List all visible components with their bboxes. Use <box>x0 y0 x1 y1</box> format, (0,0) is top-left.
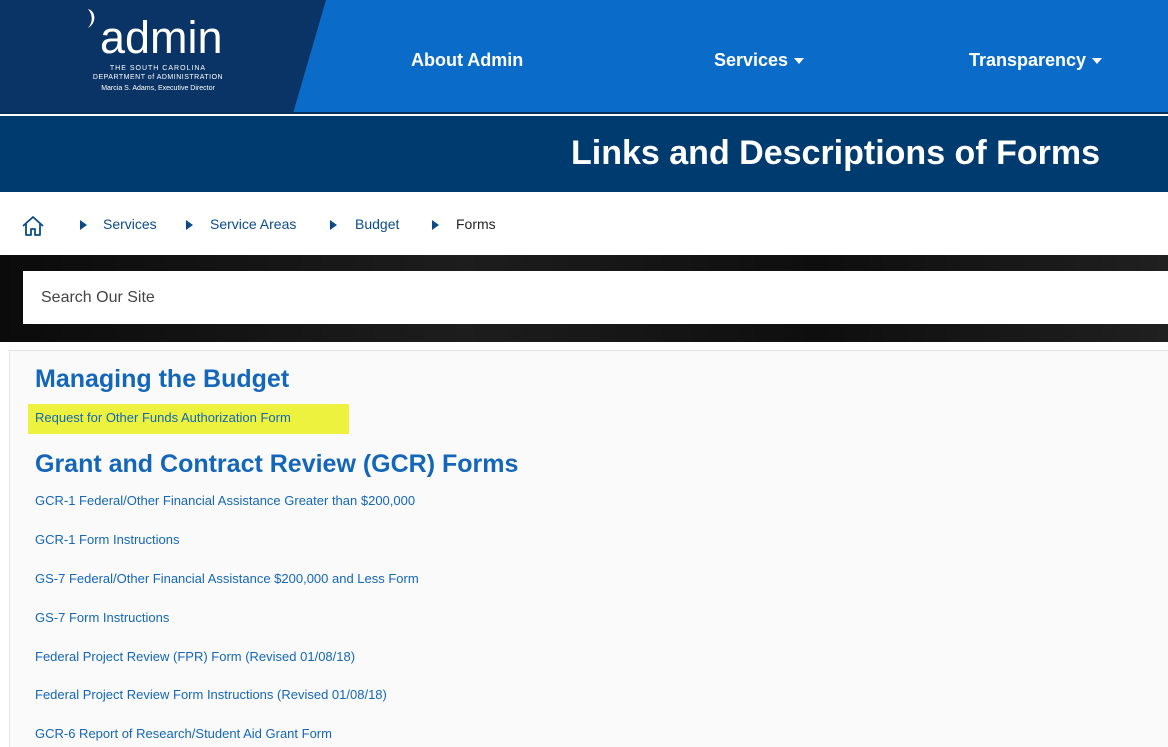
link-gcr-1-form[interactable]: GCR-1 Federal/Other Financial Assistance… <box>35 493 415 508</box>
logo-wordmark: admin <box>100 12 223 63</box>
link-gs-7-form[interactable]: GS-7 Federal/Other Financial Assistance … <box>35 571 419 586</box>
breadcrumb-arrow-icon <box>330 220 337 230</box>
nav-services[interactable]: Services <box>714 50 805 71</box>
caret-down-icon <box>1092 58 1103 65</box>
link-gcr-1-instructions[interactable]: GCR-1 Form Instructions <box>35 532 179 547</box>
link-gs-7-instructions[interactable]: GS-7 Form Instructions <box>35 610 169 625</box>
search-banner <box>0 255 1168 342</box>
home-icon[interactable] <box>21 215 45 237</box>
title-banner: Links and Descriptions of Forms <box>0 116 1168 192</box>
nav-transparency-label: Transparency <box>969 50 1087 70</box>
page-title: Links and Descriptions of Forms <box>571 134 1100 172</box>
link-gcr-6-form[interactable]: GCR-6 Report of Research/Student Aid Gra… <box>35 726 332 741</box>
breadcrumb-service-areas[interactable]: Service Areas <box>210 216 296 232</box>
top-navigation: admin THE SOUTH CAROLINA DEPARTMENT of A… <box>0 0 1168 114</box>
nav-about-admin[interactable]: About Admin <box>411 50 523 71</box>
forms-content: Managing the Budget Request for Other Fu… <box>9 350 1168 747</box>
breadcrumb-services[interactable]: Services <box>103 216 157 232</box>
caret-down-icon <box>794 58 805 65</box>
section-title-gcr-forms: Grant and Contract Review (GCR) Forms <box>35 450 519 478</box>
logo-line-2: DEPARTMENT of ADMINISTRATION <box>92 74 224 81</box>
link-request-other-funds[interactable]: Request for Other Funds Authorization Fo… <box>35 410 291 425</box>
breadcrumb-arrow-icon <box>80 220 87 230</box>
nav-about-label: About Admin <box>411 50 524 70</box>
breadcrumb-budget[interactable]: Budget <box>355 216 399 232</box>
logo-line-3: Marcia S. Adams, Executive Director <box>101 85 215 92</box>
section-title-managing-budget: Managing the Budget <box>35 365 290 393</box>
breadcrumb-arrow-icon <box>186 220 193 230</box>
breadcrumb: Services Service Areas Budget Forms <box>0 193 1168 255</box>
crescent-moon-icon <box>88 9 95 28</box>
breadcrumb-arrow-icon <box>432 220 439 230</box>
nav-services-label: Services <box>714 50 789 70</box>
logo-line-1: THE SOUTH CAROLINA <box>109 65 207 72</box>
nav-transparency[interactable]: Transparency <box>969 50 1103 71</box>
search-input[interactable] <box>23 271 1168 324</box>
link-fpr-form[interactable]: Federal Project Review (FPR) Form (Revis… <box>35 649 355 664</box>
breadcrumb-forms: Forms <box>456 216 496 232</box>
admin-logo[interactable]: admin THE SOUTH CAROLINA DEPARTMENT of A… <box>0 0 326 112</box>
link-fpr-instructions[interactable]: Federal Project Review Form Instructions… <box>35 687 387 702</box>
